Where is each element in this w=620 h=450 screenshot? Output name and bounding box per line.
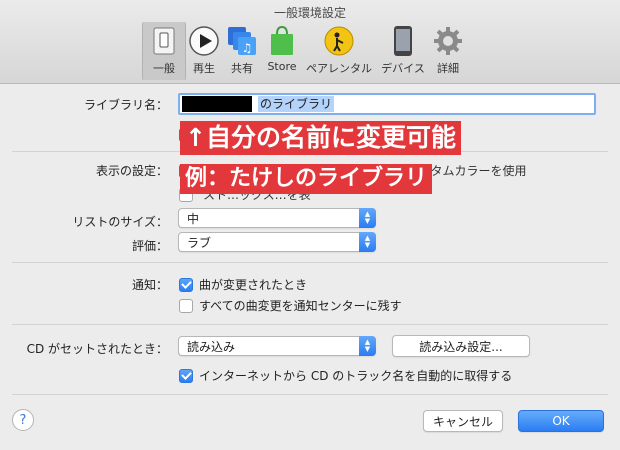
auto-track-names-label: インターネットから CD のトラック名を自動的に取得する bbox=[199, 369, 513, 383]
notification-label: 通知： bbox=[131, 278, 168, 292]
tab-playback[interactable]: 再生 bbox=[186, 22, 222, 80]
redacted-name bbox=[182, 96, 252, 112]
auto-track-names-checkbox[interactable] bbox=[179, 368, 193, 383]
cd-action-popup[interactable]: 読み込み ▲ ▼ bbox=[178, 336, 376, 356]
tab-store[interactable]: Store bbox=[262, 22, 302, 80]
annotation-line-2: 例：たけしのライブラリ bbox=[180, 164, 433, 194]
preferences-toolbar: 一般 再生 ♫ 共有 Store ペアレンタル デバイス 詳細 bbox=[142, 22, 466, 80]
annotation-line-1: ↑自分の名前に変更可能 bbox=[180, 121, 461, 155]
separator bbox=[12, 262, 608, 263]
library-name-suffix: のライブラリ bbox=[258, 96, 335, 112]
window-title: 一般環境設定 bbox=[273, 6, 346, 20]
notification-center-checkbox[interactable] bbox=[179, 298, 193, 313]
list-size-value: 中 bbox=[187, 211, 200, 226]
rating-popup[interactable]: ラブ ▲ ▼ bbox=[178, 232, 376, 252]
ok-button[interactable]: OK bbox=[518, 410, 604, 432]
cd-action-value: 読み込み bbox=[187, 339, 236, 354]
song-change-label: 曲が変更されたとき bbox=[199, 278, 308, 292]
cd-insert-label: CD がセットされたとき： bbox=[26, 342, 168, 356]
tab-parental[interactable]: ペアレンタル bbox=[302, 22, 376, 80]
notification-center-option[interactable]: すべての曲変更を通知センターに残す bbox=[179, 297, 402, 314]
notification-center-label: すべての曲変更を通知センターに残す bbox=[199, 299, 402, 313]
preferences-window: 一般環境設定 一般 再生 ♫ 共有 Store ペアレンタル デバイス 詳細 ラ… bbox=[0, 0, 620, 450]
song-change-option[interactable]: 曲が変更されたとき bbox=[179, 276, 307, 293]
import-settings-button[interactable]: 読み込み設定... bbox=[392, 335, 530, 357]
display-settings-label: 表示の設定： bbox=[95, 164, 168, 178]
tab-general[interactable]: 一般 bbox=[142, 22, 186, 80]
list-size-label: リストのサイズ： bbox=[72, 215, 168, 229]
popup-arrows-icon: ▲ ▼ bbox=[359, 336, 376, 356]
shared-library-icon: ♫ bbox=[225, 24, 259, 58]
tab-devices[interactable]: デバイス bbox=[376, 22, 430, 80]
library-name-label: ライブラリ名： bbox=[83, 98, 168, 112]
switch-icon bbox=[147, 24, 181, 58]
list-size-popup[interactable]: 中 ▲ ▼ bbox=[178, 208, 376, 228]
auto-track-names-option[interactable]: インターネットから CD のトラック名を自動的に取得する bbox=[179, 367, 512, 384]
song-change-checkbox[interactable] bbox=[179, 277, 193, 292]
rating-label: 評価： bbox=[131, 239, 168, 253]
gear-icon bbox=[431, 24, 465, 58]
cancel-button[interactable]: キャンセル bbox=[423, 410, 503, 432]
popup-arrows-icon: ▲ ▼ bbox=[359, 232, 376, 252]
store-bag-icon bbox=[265, 24, 299, 58]
parental-icon bbox=[322, 24, 356, 58]
play-icon bbox=[187, 24, 221, 58]
tab-sharing[interactable]: ♫ 共有 bbox=[222, 22, 262, 80]
svg-text:♫: ♫ bbox=[242, 41, 253, 55]
device-icon bbox=[386, 24, 420, 58]
separator bbox=[12, 324, 608, 325]
titlebar: 一般環境設定 一般 再生 ♫ 共有 Store ペアレンタル デバイス 詳細 bbox=[0, 0, 620, 84]
tab-advanced[interactable]: 詳細 bbox=[430, 22, 466, 80]
library-name-input[interactable]: のライブラリ bbox=[178, 93, 596, 115]
separator bbox=[12, 394, 608, 395]
help-button[interactable]: ? bbox=[12, 409, 34, 431]
rating-value: ラブ bbox=[187, 235, 212, 250]
popup-arrows-icon: ▲ ▼ bbox=[359, 208, 376, 228]
